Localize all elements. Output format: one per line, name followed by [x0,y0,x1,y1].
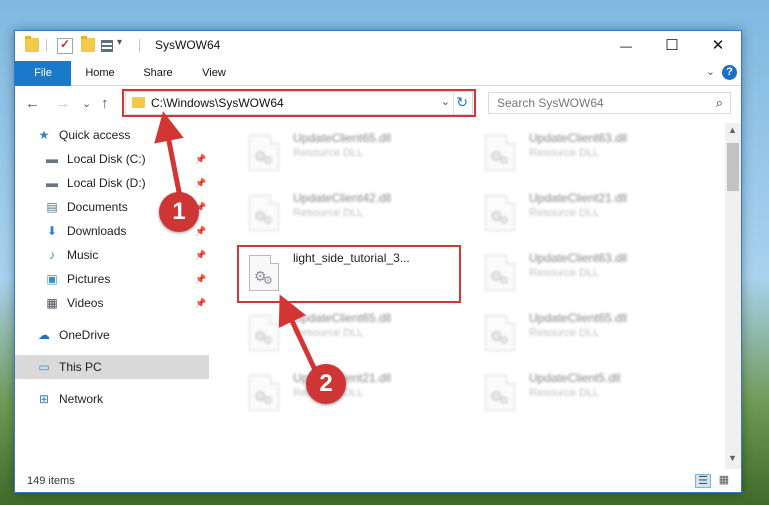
callout-arrows [154,111,319,374]
arrow-to-file [278,294,319,374]
arrow-to-address-bar [154,111,184,198]
callout-badge-1: 1 [159,192,199,232]
callout-badge-2: 2 [306,364,346,404]
